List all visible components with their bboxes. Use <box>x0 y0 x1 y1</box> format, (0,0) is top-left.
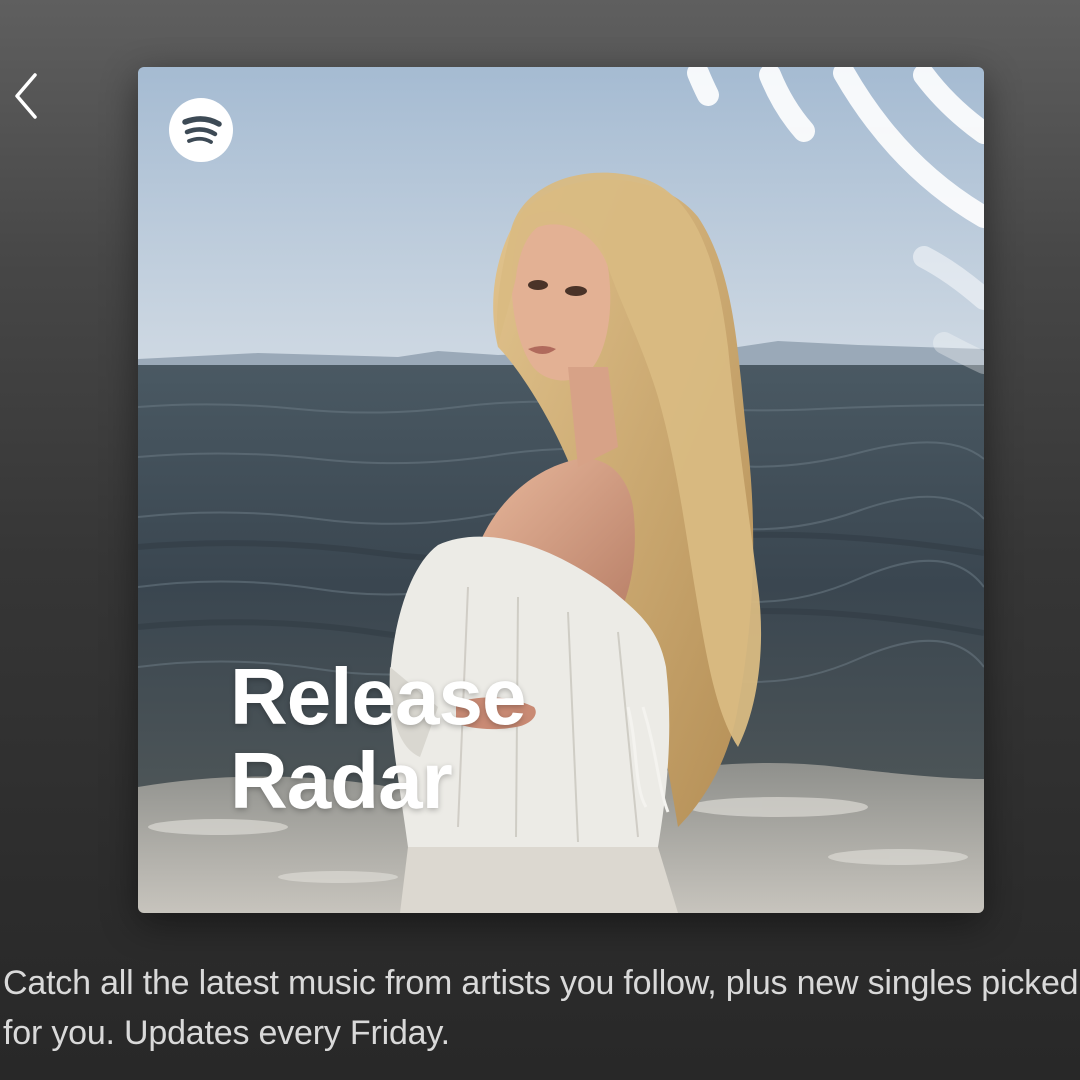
chevron-left-icon <box>15 73 37 119</box>
playlist-cover: Release Radar <box>138 67 984 913</box>
back-button[interactable] <box>6 70 46 122</box>
cover-title: Release Radar <box>230 652 526 825</box>
cover-title-line2: Radar <box>230 736 453 825</box>
cover-title-line1: Release <box>230 652 526 741</box>
playlist-description: Catch all the latest music from artists … <box>3 964 1079 1052</box>
spotify-logo-icon <box>169 98 233 162</box>
